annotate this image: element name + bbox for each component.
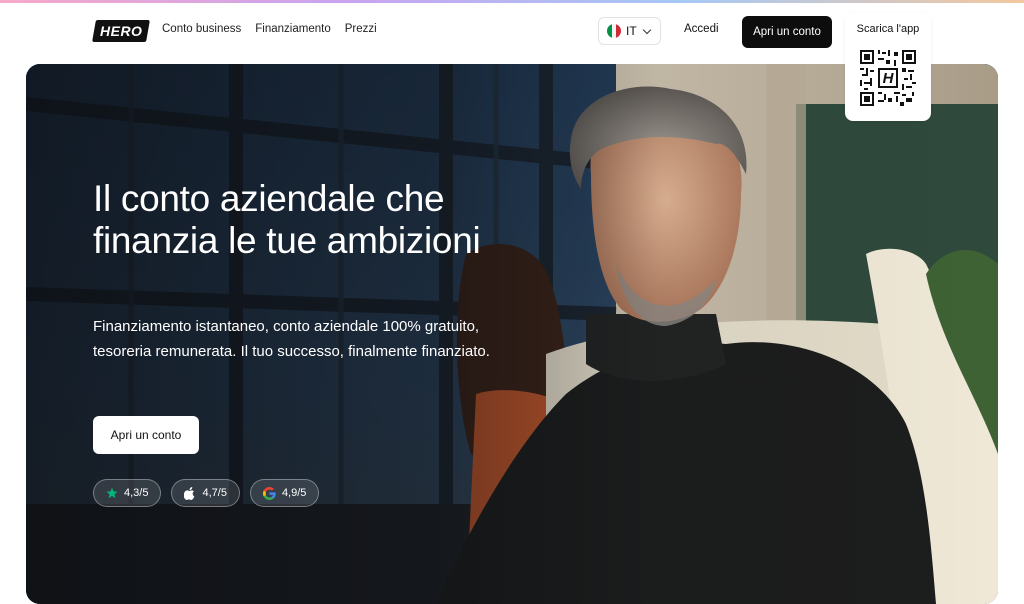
hero-logo[interactable]: HERO [92, 20, 150, 42]
open-account-button-header[interactable]: Apri un conto [742, 16, 832, 48]
rating-google[interactable]: 4,9/5 [249, 479, 320, 507]
download-app-label: Scarica l'app [856, 23, 920, 35]
nav-item-finanziamento[interactable]: Finanziamento [255, 23, 330, 35]
download-app-card[interactable]: Scarica l'app H [845, 13, 931, 121]
open-account-button-hero[interactable]: Apri un conto [93, 416, 199, 454]
hero-headline: Il conto aziendale che finanzia le tue a… [93, 178, 481, 261]
google-icon [262, 486, 276, 500]
rating-trustpilot-value: 4,3/5 [124, 487, 149, 499]
nav-item-prezzi[interactable]: Prezzi [345, 23, 377, 35]
qr-code-icon: H [860, 50, 916, 106]
apple-icon [184, 486, 195, 500]
main-nav: Conto business Finanziamento Prezzi [162, 23, 377, 35]
svg-text:H: H [883, 70, 895, 87]
nav-item-conto-business[interactable]: Conto business [162, 23, 241, 35]
rating-apple[interactable]: 4,7/5 [171, 479, 240, 507]
hero-section: Il conto aziendale che finanzia le tue a… [26, 64, 998, 604]
rating-trustpilot[interactable]: 4,3/5 [93, 479, 162, 507]
hero-subtitle: Finanziamento istantaneo, conto aziendal… [93, 318, 490, 360]
italy-flag-icon [607, 24, 621, 38]
ratings-row: 4,3/5 4,7/5 4,9/5 [93, 479, 320, 507]
language-selector[interactable]: IT [598, 17, 661, 45]
rating-google-value: 4,9/5 [281, 487, 307, 499]
logo-text: HERO [99, 23, 143, 39]
trustpilot-star-icon [106, 487, 118, 499]
language-code: IT [626, 24, 637, 38]
chevron-down-icon [642, 25, 651, 34]
login-link[interactable]: Accedi [684, 23, 719, 35]
rating-apple-value: 4,7/5 [202, 487, 227, 499]
